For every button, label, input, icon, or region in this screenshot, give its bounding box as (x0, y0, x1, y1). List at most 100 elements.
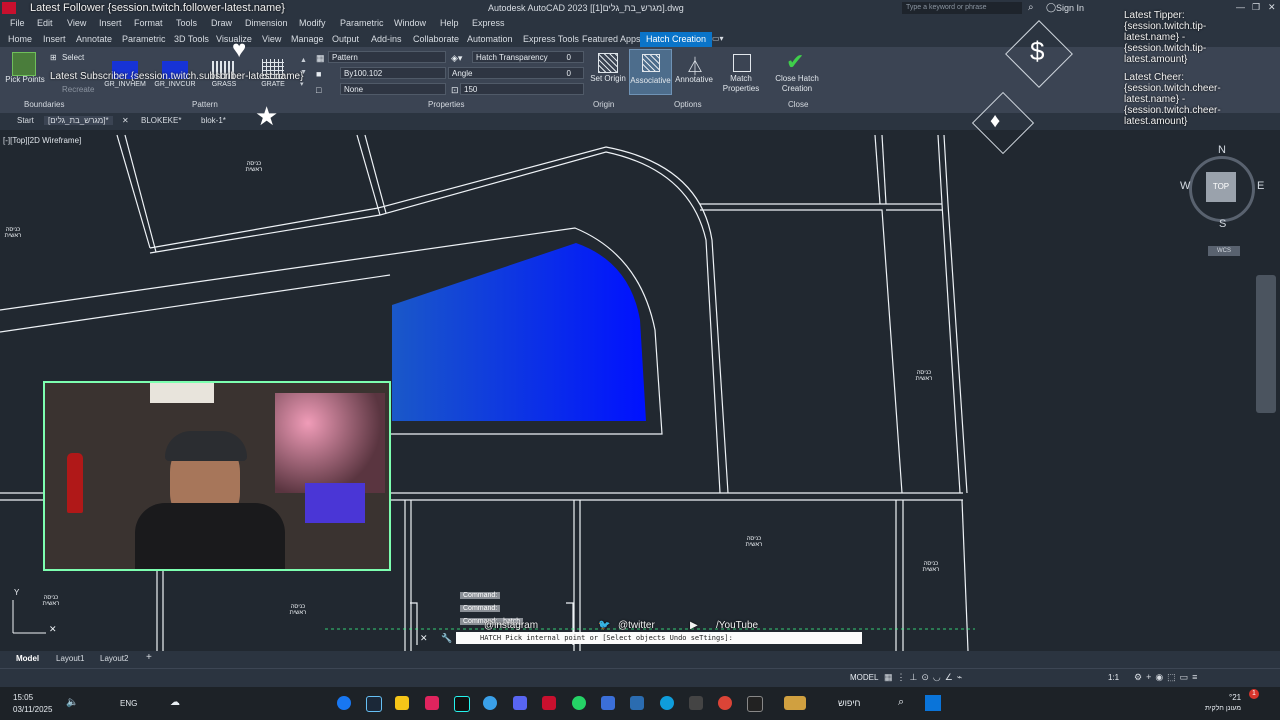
command-close-icon[interactable]: ✕ (420, 633, 428, 644)
workspace-settings-icons[interactable]: ⚙+◉⬚▭≡ (1134, 672, 1201, 683)
hatch-color-select[interactable]: By100.102 (340, 67, 446, 79)
add-layout-icon[interactable]: + (146, 652, 152, 663)
menu-express[interactable]: Express (472, 18, 505, 28)
select-boundary-icon[interactable]: ⊞ (50, 53, 57, 62)
store-icon[interactable] (630, 696, 644, 710)
clock-date[interactable]: 03/11/2025 (13, 705, 52, 714)
obs-icon[interactable] (689, 696, 703, 710)
menu-help[interactable]: Help (440, 18, 459, 28)
sign-in-link[interactable]: Sign In (1056, 3, 1084, 13)
options-panel-title[interactable]: Options (674, 100, 702, 109)
search-icon[interactable]: ⌕ (1028, 2, 1034, 13)
viewcube[interactable]: TOP N S E W (1180, 144, 1264, 230)
speaker-icon[interactable]: 🔈 (66, 697, 78, 708)
weather-description[interactable]: מעונן חלקית (1205, 705, 1241, 712)
drawing-canvas[interactable]: [-][Top][2D Wireframe] כניסה ראשית כניסה… (0, 130, 1280, 651)
tab-layout1[interactable]: Layout1 (56, 654, 84, 663)
command-customize-icon[interactable]: 🔧 (441, 633, 452, 644)
menu-draw[interactable]: Draw (211, 18, 232, 28)
viewcube-top-face[interactable]: TOP (1206, 172, 1236, 202)
close-hatch-creation-button[interactable]: Close Hatch Creation (766, 74, 828, 94)
tab-parametric[interactable]: Parametric (122, 34, 166, 44)
tab-manage[interactable]: Manage (291, 34, 324, 44)
checkmark-icon[interactable]: ✔ (786, 49, 804, 75)
tiktok-icon[interactable] (454, 696, 470, 712)
pick-points-button[interactable]: Pick Points (2, 75, 48, 84)
set-origin-icon[interactable] (598, 53, 618, 73)
menu-view[interactable]: View (67, 18, 86, 28)
menu-dimension[interactable]: Dimension (245, 18, 288, 28)
tab-automation[interactable]: Automation (467, 34, 513, 44)
pick-points-icon[interactable] (12, 52, 36, 76)
menu-edit[interactable]: Edit (37, 18, 53, 28)
menu-parametric[interactable]: Parametric (340, 18, 384, 28)
status-toggle-icons[interactable]: ▦⋮⊥⊙◡∠⌁ (884, 672, 966, 683)
tab-blok-1[interactable]: blok-1* (201, 116, 226, 125)
terminal-icon[interactable] (747, 696, 763, 712)
clock-time[interactable]: 15:05 (13, 693, 33, 702)
menu-tools[interactable]: Tools (176, 18, 197, 28)
menu-modify[interactable]: Modify (299, 18, 326, 28)
boundaries-panel-title[interactable]: Boundaries (24, 100, 64, 109)
user-icon[interactable]: ◯ (1046, 2, 1056, 13)
taskbar-search-label[interactable]: חיפוש (838, 698, 860, 708)
menu-format[interactable]: Format (134, 18, 163, 28)
set-origin-button[interactable]: Set Origin (590, 74, 626, 84)
associative-toggle[interactable]: Associative (629, 49, 672, 95)
origin-panel-title[interactable]: Origin (593, 100, 614, 109)
search-input[interactable]: Type a keyword or phrase (902, 2, 1022, 14)
tab-add-ins[interactable]: Add-ins (371, 34, 402, 44)
ribbon-toggle-icon[interactable]: ▭▾ (712, 34, 724, 43)
weather-temp[interactable]: °21 (1229, 693, 1241, 702)
annotation-scale[interactable]: 1:1 (1108, 673, 1119, 682)
compass-south[interactable]: S (1219, 218, 1226, 230)
language-indicator[interactable]: ENG (120, 699, 137, 708)
wcs-menu[interactable]: WCS (1208, 246, 1240, 256)
recreate-button[interactable]: Recreate (62, 85, 94, 94)
tab-model[interactable]: Model (16, 654, 39, 663)
autocad-logo-icon[interactable] (2, 2, 16, 14)
tab-home[interactable]: Home (8, 34, 32, 44)
compass-east[interactable]: E (1257, 180, 1264, 192)
tab-hatch-creation[interactable]: Hatch Creation (640, 32, 713, 47)
compass-north[interactable]: N (1218, 144, 1226, 156)
tab-blokeke[interactable]: BLOKEKE* (141, 116, 181, 125)
tab-featured-apps[interactable]: Featured Apps (582, 34, 641, 44)
hatch-type-icon[interactable]: ◈▾ (451, 53, 462, 64)
file-explorer-icon[interactable] (395, 696, 409, 710)
network-icon[interactable]: ☁ (170, 697, 180, 708)
tab-output[interactable]: Output (332, 34, 359, 44)
viewport-controls[interactable]: [-][Top][2D Wireframe] (3, 136, 81, 145)
pattern-type-select[interactable]: Pattern (328, 51, 446, 63)
select-button[interactable]: Select (62, 53, 84, 62)
close-tab-icon[interactable]: ✕ (122, 116, 129, 125)
hatch-transparency-field[interactable]: Hatch Transparency 0 (472, 51, 584, 63)
chrome-icon[interactable] (718, 696, 732, 710)
annotative-button[interactable]: Annotative (672, 75, 716, 84)
steam-icon[interactable] (366, 696, 382, 712)
pink-app-icon[interactable] (425, 696, 439, 710)
scale-field[interactable]: 150 (460, 83, 584, 95)
tab-layout2[interactable]: Layout2 (100, 654, 128, 663)
tab-express-tools[interactable]: Express Tools (523, 34, 579, 44)
edge-icon[interactable] (660, 696, 674, 710)
tab-collaborate[interactable]: Collaborate (413, 34, 459, 44)
taskbar-search-icon[interactable]: ⌕ (898, 696, 904, 709)
match-properties-button[interactable]: Match Properties (718, 74, 764, 94)
notification-badge[interactable]: 1 (1249, 689, 1259, 699)
menu-window[interactable]: Window (394, 18, 426, 28)
background-color-select[interactable]: None (340, 83, 446, 95)
tab-annotate[interactable]: Annotate (76, 34, 112, 44)
match-properties-icon[interactable] (733, 54, 751, 72)
facebook-icon[interactable] (337, 696, 351, 710)
menu-file[interactable]: File (10, 18, 25, 28)
angle-field[interactable]: Angle 0 (448, 67, 584, 79)
tab-3d-tools[interactable]: 3D Tools (174, 34, 209, 44)
close-button[interactable]: ✕ (1268, 2, 1276, 13)
navigation-bar[interactable] (1256, 275, 1276, 413)
compass-west[interactable]: W (1180, 180, 1190, 192)
tab-start[interactable]: Start (17, 116, 34, 125)
tab-current-drawing[interactable]: [מגרש_בת_גלים]* (44, 116, 113, 125)
calculator-icon[interactable] (601, 696, 615, 710)
whatsapp-icon[interactable] (572, 696, 586, 710)
